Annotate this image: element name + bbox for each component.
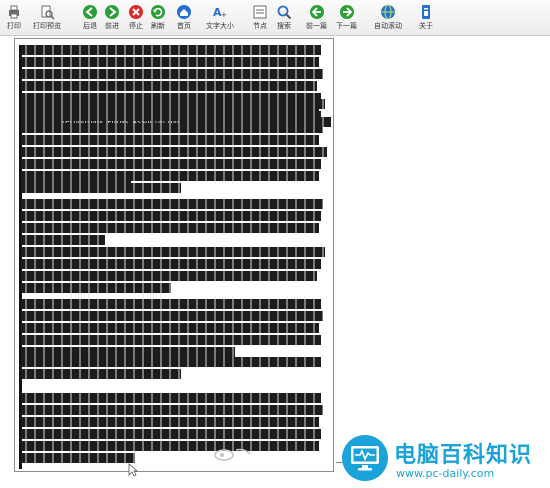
text-line <box>21 235 105 245</box>
next-button[interactable]: 下一篇 <box>336 2 357 34</box>
stop-icon <box>129 5 143 19</box>
text-size-button[interactable]: A + 文字大小 <box>206 2 234 34</box>
paragraph <box>21 199 323 247</box>
refresh-icon <box>151 5 165 19</box>
next-label: 下一篇 <box>336 22 357 30</box>
text-line <box>21 369 181 379</box>
brand-watermark: 电脑百科知识 www.pc-daily.com <box>334 431 550 488</box>
print-preview-button[interactable]: 打印预览 <box>33 2 61 34</box>
text-line <box>21 323 319 333</box>
mouse-cursor-icon <box>128 463 138 477</box>
about-label: 关于 <box>419 22 433 30</box>
search-label: 搜索 <box>277 22 291 30</box>
paragraph <box>21 179 131 191</box>
text-line <box>21 81 317 91</box>
print-preview-label: 打印预览 <box>33 22 61 30</box>
text-line <box>21 45 321 55</box>
home-icon <box>177 5 191 19</box>
text-line <box>21 283 171 293</box>
text-line <box>21 147 327 157</box>
text-line <box>21 199 323 209</box>
search-button[interactable]: 搜索 <box>276 2 292 34</box>
text-line <box>21 69 323 79</box>
brand-url: www.pc-daily.com <box>396 467 495 480</box>
paragraph <box>21 357 321 381</box>
text-line <box>21 299 321 309</box>
stop-label: 停止 <box>129 22 143 30</box>
text-line <box>21 429 321 439</box>
toolbar: 打印 打印预览 后退 前进 停止 刷新 首页 A + 文字大小 节点 搜索 前一篇 下一篇 自动滚动 关于 <box>0 0 550 36</box>
text-line <box>21 179 131 189</box>
globe-icon <box>381 4 395 20</box>
prev-arrow-icon <box>309 5 324 19</box>
text-line <box>21 393 321 403</box>
refresh-label: 刷新 <box>151 22 165 30</box>
forward-label: 前进 <box>105 22 119 30</box>
auto-scroll-label: 自动滚动 <box>374 22 402 30</box>
back-label: 后退 <box>83 22 97 30</box>
auto-scroll-button[interactable]: 自动滚动 <box>374 2 402 34</box>
paragraph <box>21 299 323 359</box>
paragraph <box>21 247 325 295</box>
about-icon <box>422 5 430 19</box>
paragraph <box>21 393 323 465</box>
text-line <box>21 271 317 281</box>
search-icon <box>277 5 292 20</box>
text-line <box>21 357 321 367</box>
text-line <box>21 247 325 257</box>
back-button[interactable]: 后退 <box>82 2 98 34</box>
text-line <box>21 441 319 451</box>
text-line <box>21 135 319 145</box>
text-line <box>21 417 319 427</box>
section-icon <box>253 5 267 19</box>
watermark-icon <box>212 446 262 462</box>
print-preview-icon <box>41 5 55 20</box>
text-line <box>21 335 321 345</box>
text-line <box>21 311 323 321</box>
about-button[interactable]: 关于 <box>418 2 434 34</box>
text-line <box>21 111 321 121</box>
prev-label: 前一篇 <box>306 22 327 30</box>
back-arrow-icon <box>83 5 97 19</box>
text-line <box>21 259 321 269</box>
text-line <box>21 405 323 415</box>
monitor-logo-icon <box>342 435 388 481</box>
stop-button[interactable]: 停止 <box>128 2 144 34</box>
text-line <box>21 159 321 169</box>
brand-name: 电脑百科知识 <box>394 443 533 468</box>
text-line <box>21 211 321 221</box>
document-view[interactable]: Technology Forms Association <box>14 38 334 472</box>
home-label: 首页 <box>177 22 191 30</box>
svg-text:+: + <box>221 11 227 19</box>
text-line <box>21 99 325 109</box>
refresh-button[interactable]: 刷新 <box>150 2 166 34</box>
text-line <box>21 223 319 233</box>
text-line <box>21 453 135 463</box>
print-button[interactable]: 打印 <box>6 2 22 34</box>
section-label: 节点 <box>253 22 267 30</box>
text-line <box>21 57 319 67</box>
forward-button[interactable]: 前进 <box>104 2 120 34</box>
text-size-label: 文字大小 <box>206 22 234 30</box>
next-arrow-icon <box>339 5 354 19</box>
forward-arrow-icon <box>105 5 119 19</box>
text-line <box>21 123 323 133</box>
text-size-icon: A + <box>213 6 227 19</box>
prev-button[interactable]: 前一篇 <box>306 2 327 34</box>
section-button[interactable]: 节点 <box>252 2 268 34</box>
print-label: 打印 <box>7 22 21 30</box>
home-button[interactable]: 首页 <box>176 2 192 34</box>
text-line <box>21 347 235 357</box>
printer-icon <box>9 5 19 19</box>
